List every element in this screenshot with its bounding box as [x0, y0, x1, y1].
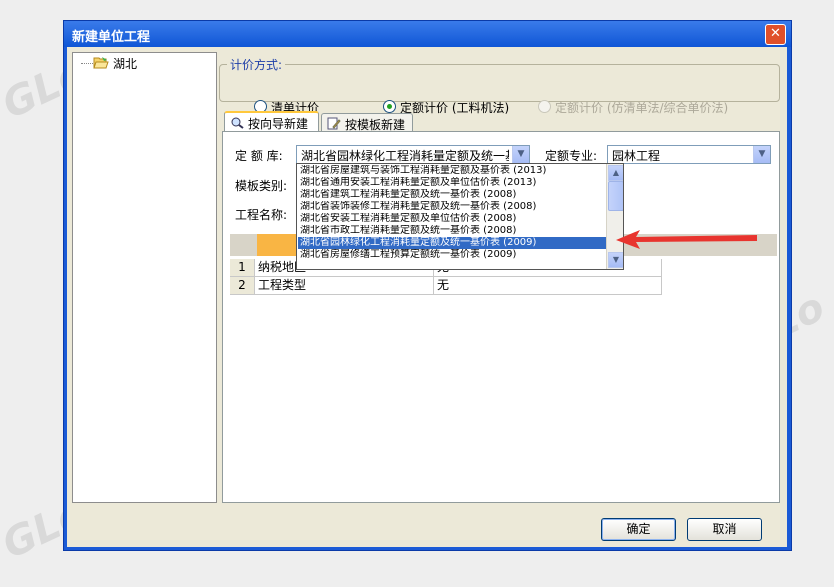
tab-wizard-new[interactable]: 按向导新建 — [224, 111, 319, 133]
specialty-select[interactable]: 园林工程 ▼ — [607, 145, 771, 164]
radio-label: 定额计价 (仿清单法/综合单价法) — [555, 101, 729, 115]
dropdown-option[interactable]: 湖北省装饰装修工程消耗量定额及统一基价表 (2008) — [298, 201, 607, 213]
wizard-icon — [231, 117, 244, 129]
project-name-label: 工程名称: — [235, 208, 288, 222]
scroll-up-icon[interactable]: ▲ — [608, 165, 623, 181]
dropdown-option[interactable]: 湖北省市政工程消耗量定额及统一基价表 (2008) — [298, 225, 607, 237]
folder-open-icon — [93, 57, 109, 69]
pricing-method-group — [219, 64, 780, 102]
row-number: 1 — [230, 259, 255, 277]
tab-template-new[interactable]: 按模板新建 — [321, 113, 413, 132]
chevron-down-icon[interactable]: ▼ — [512, 146, 529, 163]
template-type-label: 模板类别: — [235, 179, 288, 193]
radio-circle-checked — [383, 100, 396, 113]
specialty-value: 园林工程 — [612, 149, 661, 163]
red-arrow-icon — [616, 230, 757, 249]
region-tree: 湖北 — [72, 52, 217, 503]
window-title: 新建单位工程 — [72, 30, 151, 45]
dropdown-option[interactable]: 湖北省通用安装工程消耗量定额及单位估价表 (2013) — [298, 177, 607, 189]
row-number: 2 — [230, 277, 255, 295]
cancel-button[interactable]: 取消 — [687, 518, 762, 541]
dropdown-option[interactable]: 湖北省房屋修缮工程预算定额统一基价表 (2009) — [298, 249, 607, 261]
radio-circle-disabled — [538, 100, 551, 113]
row-name: 工程类型 — [255, 277, 434, 295]
specialty-label: 定额专业: — [545, 149, 598, 163]
dropdown-option[interactable]: 湖北省房屋建筑与装饰工程消耗量定额及基价表 (2013) — [298, 165, 607, 177]
quota-lib-label: 定 额 库: — [235, 149, 283, 163]
template-icon — [327, 117, 341, 130]
dropdown-option-selected[interactable]: 湖北省园林绿化工程消耗量定额及统一基价表 (2009) — [298, 237, 607, 249]
new-unit-project-dialog: 新建单位工程 ✕ 湖北 计价方式: 清单计价 定额计价 (工料机法) 定额计价 … — [63, 20, 792, 551]
row-value[interactable]: 无 — [434, 277, 662, 295]
dialog-client-area: 湖北 计价方式: 清单计价 定额计价 (工料机法) 定额计价 (仿清单法/综合单… — [67, 47, 787, 547]
scroll-thumb[interactable] — [608, 181, 623, 211]
chevron-down-icon[interactable]: ▼ — [753, 146, 770, 163]
tree-item-label: 湖北 — [113, 57, 138, 71]
title-bar: 新建单位工程 ✕ — [64, 21, 791, 47]
close-icon: ✕ — [770, 26, 781, 41]
dropdown-option[interactable]: 湖北省安装工程消耗量定额及单位估价表 (2008) — [298, 213, 607, 225]
ok-button[interactable]: 确定 — [601, 518, 676, 541]
tab-label: 按向导新建 — [248, 117, 309, 131]
quota-lib-select[interactable]: 湖北省园林绿化工程消耗量定额及统一基价表 (2009) ▼ — [296, 145, 530, 164]
dropdown-option[interactable]: 湖北省建筑工程消耗量定额及统一基价表 (2008) — [298, 189, 607, 201]
quota-lib-dropdown-list: 湖北省房屋建筑与装饰工程消耗量定额及基价表 (2013) 湖北省通用安装工程消耗… — [296, 163, 624, 270]
radio-label: 定额计价 (工料机法) — [400, 101, 510, 115]
pricing-method-label: 计价方式: — [227, 56, 286, 73]
quota-lib-value: 湖北省园林绿化工程消耗量定额及统一基价表 (2009) — [301, 149, 509, 163]
close-button[interactable]: ✕ — [765, 24, 786, 45]
